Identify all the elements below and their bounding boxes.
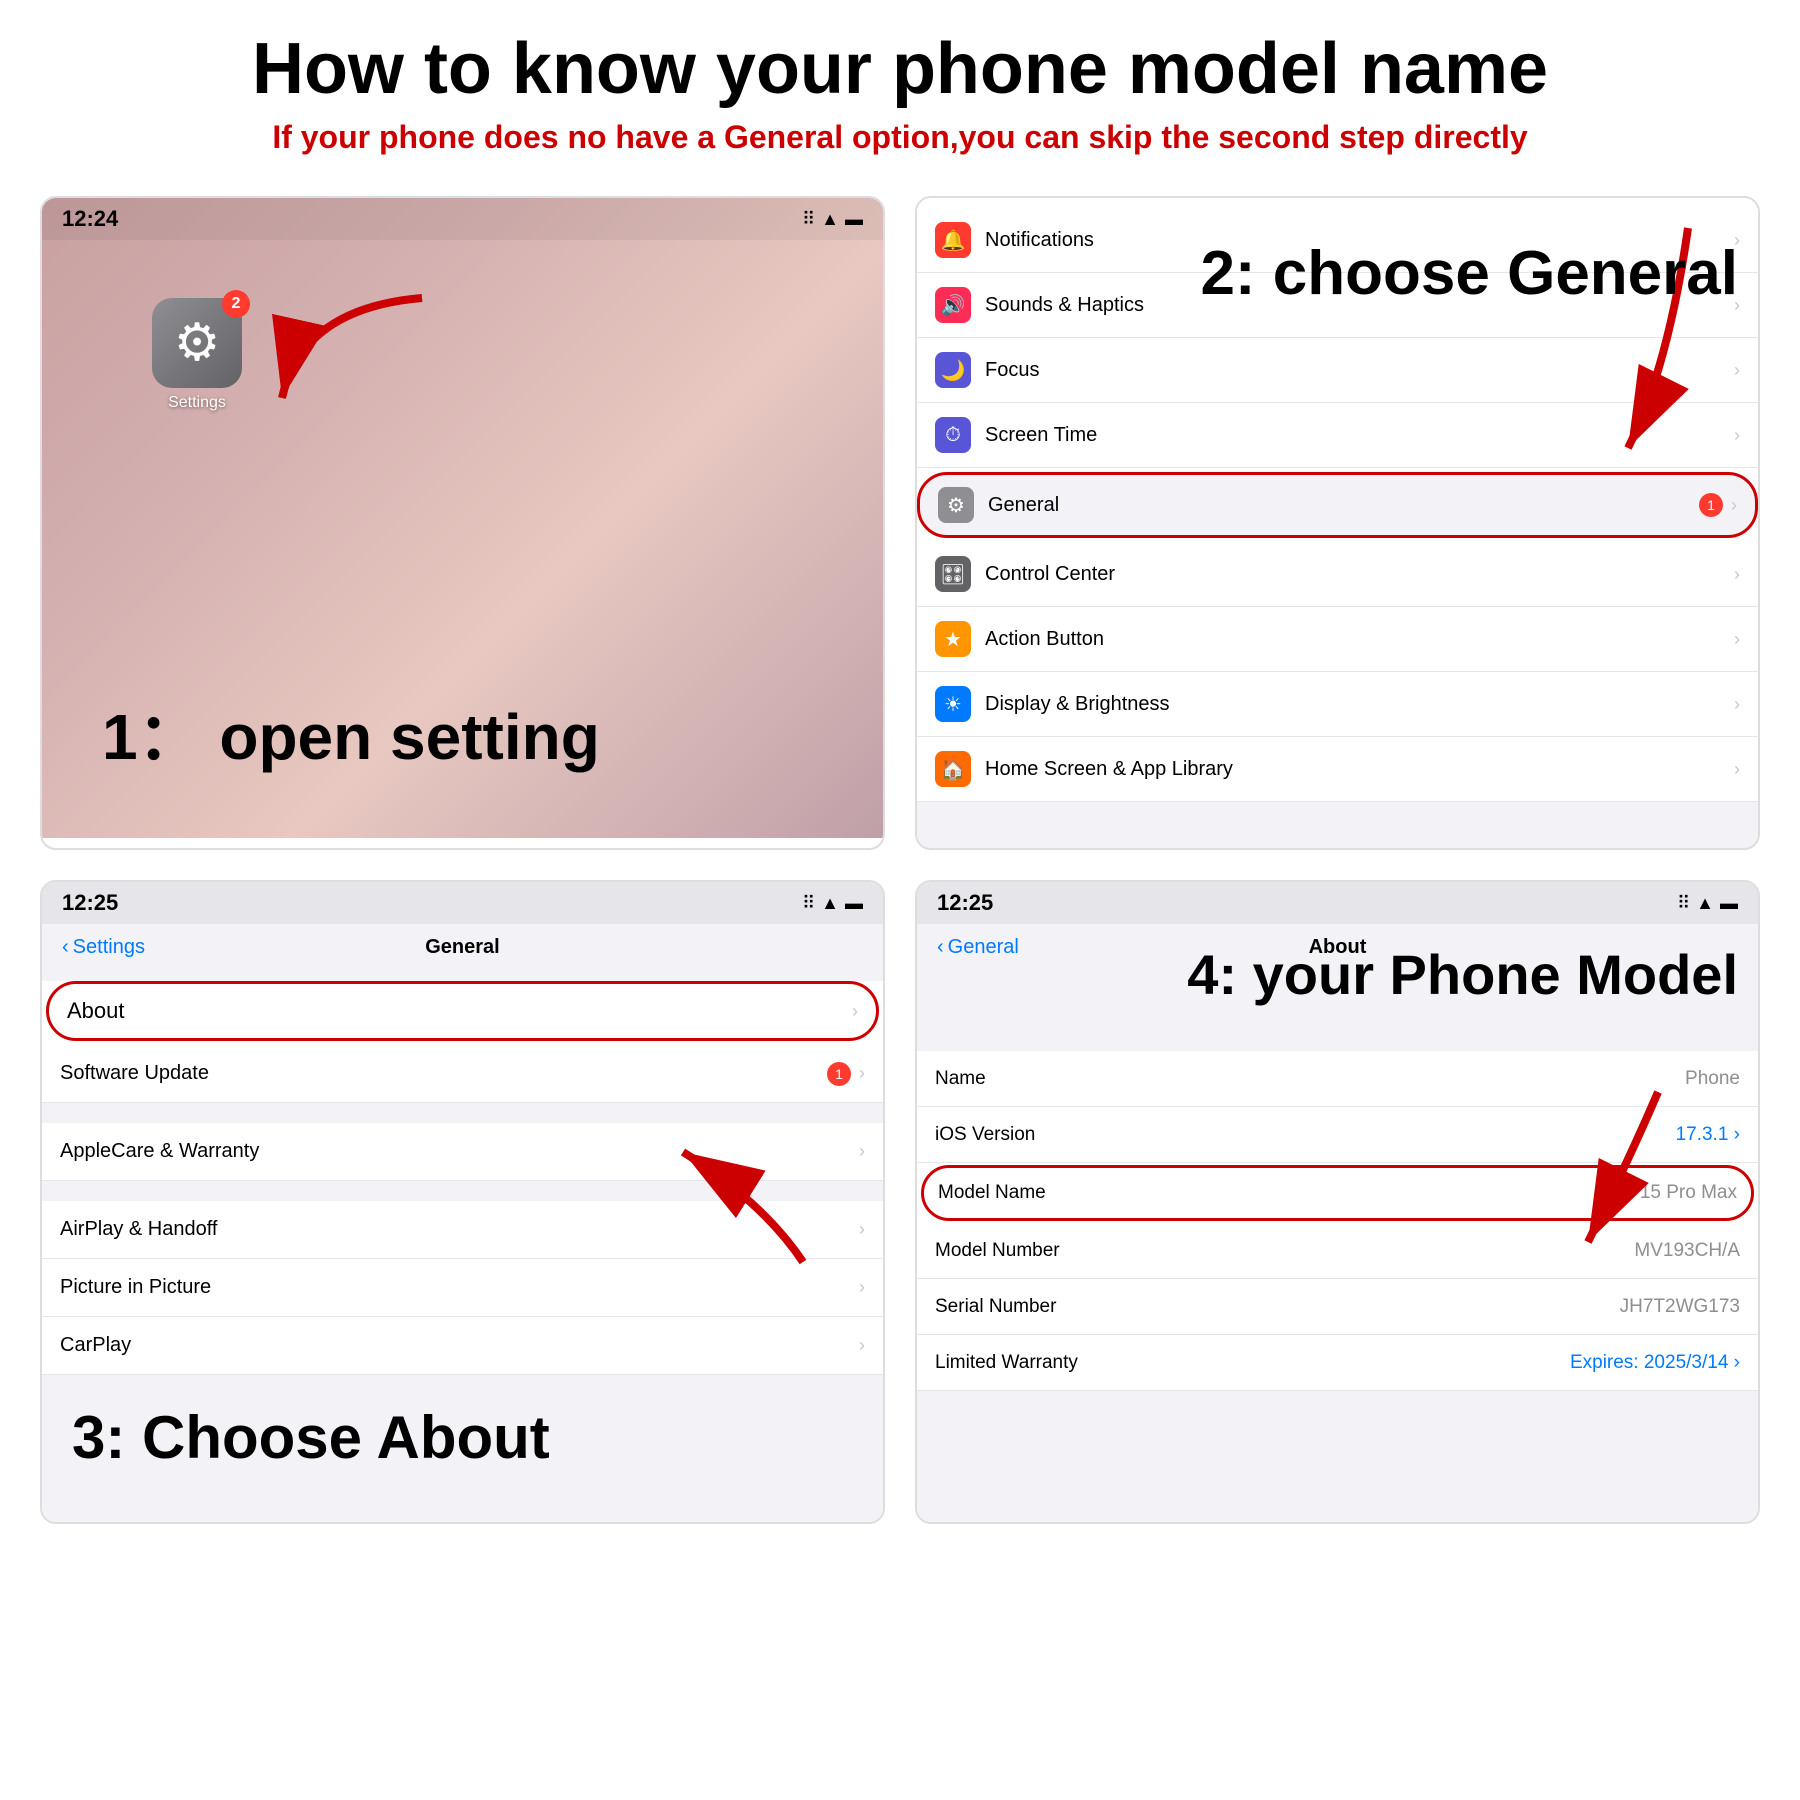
list-divider	[42, 1103, 883, 1123]
gear-icon: ⚙	[174, 313, 221, 373]
step3-arrow	[643, 1122, 823, 1282]
general-carplay[interactable]: CarPlay ›	[42, 1317, 883, 1375]
settings-display[interactable]: ☀ Display & Brightness ›	[917, 672, 1758, 737]
about-warranty[interactable]: Limited Warranty Expires: 2025/3/14 ›	[917, 1335, 1758, 1391]
step4-signal: ⠿	[1677, 893, 1690, 914]
step3-navbar: ‹ Settings General	[42, 924, 883, 971]
homescreen-icon: 🏠	[935, 751, 971, 787]
step2-label: 2: choose General	[1200, 238, 1738, 309]
signal-icon: ⠿	[802, 209, 815, 230]
about-serial-number: Serial Number JH7T2WG173	[917, 1279, 1758, 1335]
general-about[interactable]: About ›	[46, 981, 879, 1041]
step1-label: 1： open setting	[102, 686, 600, 778]
main-title: How to know your phone model name	[40, 30, 1760, 109]
step3-back[interactable]: ‹ Settings	[62, 936, 145, 959]
step4-panel: 12:25 ⠿ ▲ ▬ ‹ General About 4: your Phon…	[915, 880, 1760, 1524]
step1-time: 12:24	[62, 206, 118, 232]
step4-back[interactable]: ‹ General	[937, 936, 1019, 959]
screentime-icon: ⏱	[935, 417, 971, 453]
general-icon: ⚙	[938, 487, 974, 523]
settings-actionbutton[interactable]: ★ Action Button ›	[917, 607, 1758, 672]
actionbutton-icon: ★	[935, 621, 971, 657]
step1-panel: 12:24 ⠿ ▲ ▬ ⚙ 2 Settings	[40, 196, 885, 850]
step3-nav-title: General	[425, 936, 499, 959]
step3-panel: 12:25 ⠿ ▲ ▬ ‹ Settings General About	[40, 880, 885, 1524]
focus-icon: 🌙	[935, 352, 971, 388]
settings-controlcenter[interactable]: 🎛 Control Center ›	[917, 542, 1758, 607]
controlcenter-icon: 🎛	[935, 556, 971, 592]
notifications-icon: 🔔	[935, 222, 971, 258]
step4-time: 12:25	[937, 890, 993, 916]
step3-signal: ⠿	[802, 893, 815, 914]
settings-homescreen[interactable]: 🏠 Home Screen & App Library ›	[917, 737, 1758, 802]
step2-panel: 2: choose General 🔔 Notifications ›	[915, 196, 1760, 850]
step1-arrow	[222, 278, 442, 458]
display-icon: ☀	[935, 686, 971, 722]
step3-time: 12:25	[62, 890, 118, 916]
battery-icon: ▬	[845, 209, 863, 230]
step4-label: 4: your Phone Model	[1187, 942, 1738, 1007]
step3-label: 3: Choose About	[72, 1403, 550, 1472]
sounds-icon: 🔊	[935, 287, 971, 323]
step4-wifi: ▲	[1696, 893, 1714, 914]
general-softwareupdate[interactable]: Software Update 1 ›	[42, 1045, 883, 1103]
step3-wifi: ▲	[821, 893, 839, 914]
step4-arrow	[1508, 1082, 1708, 1282]
step3-battery: ▬	[845, 893, 863, 914]
subtitle: If your phone does no have a General opt…	[40, 119, 1760, 156]
wifi-icon: ▲	[821, 209, 839, 230]
step4-battery: ▬	[1720, 893, 1738, 914]
